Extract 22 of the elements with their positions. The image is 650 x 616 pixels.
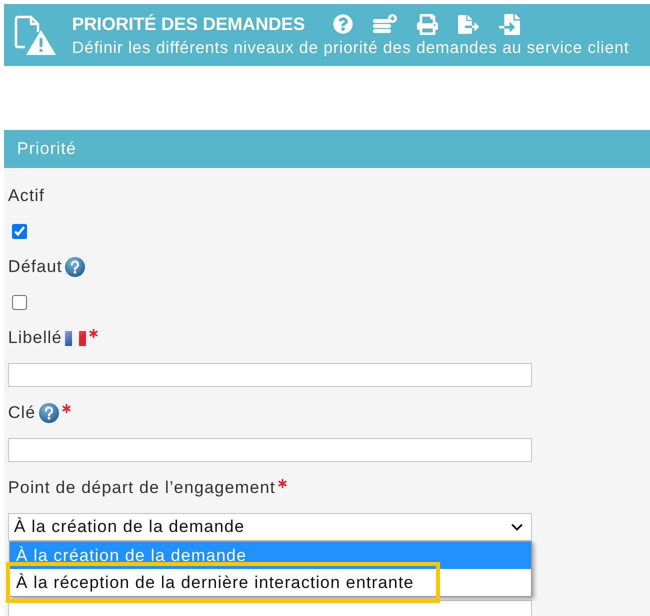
select-field[interactable]: À la création de la demande	[8, 513, 532, 541]
checkbox[interactable]	[12, 294, 27, 310]
field-label: Point de départ de l’engagement	[8, 478, 276, 498]
page-title: PRIORITÉ DES DEMANDES	[72, 14, 305, 34]
help-icon[interactable]	[38, 403, 59, 423]
print-icon[interactable]	[416, 14, 438, 34]
input-field[interactable]	[8, 363, 532, 387]
document-warning-icon	[14, 15, 56, 55]
field-label: Défaut	[8, 257, 62, 277]
field-label: Actif	[8, 186, 45, 206]
dropdown-option[interactable]: À la réception de la dernière interaction entrante	[10, 569, 531, 596]
file-export-icon[interactable]	[458, 14, 479, 34]
field-label: Libellé	[8, 328, 62, 348]
checkbox[interactable]	[12, 224, 27, 238]
help-icon[interactable]	[65, 257, 86, 277]
page-subtitle: Définir les différents niveaux de priorité des demandes au service client	[72, 39, 630, 58]
chevron-down-icon	[511, 523, 523, 531]
input-field[interactable]	[8, 438, 532, 462]
panel-title: Priorité	[17, 139, 76, 159]
stack-add-icon[interactable]	[372, 14, 397, 34]
file-import-icon[interactable]	[498, 14, 520, 34]
field-label: Clé	[8, 403, 36, 423]
